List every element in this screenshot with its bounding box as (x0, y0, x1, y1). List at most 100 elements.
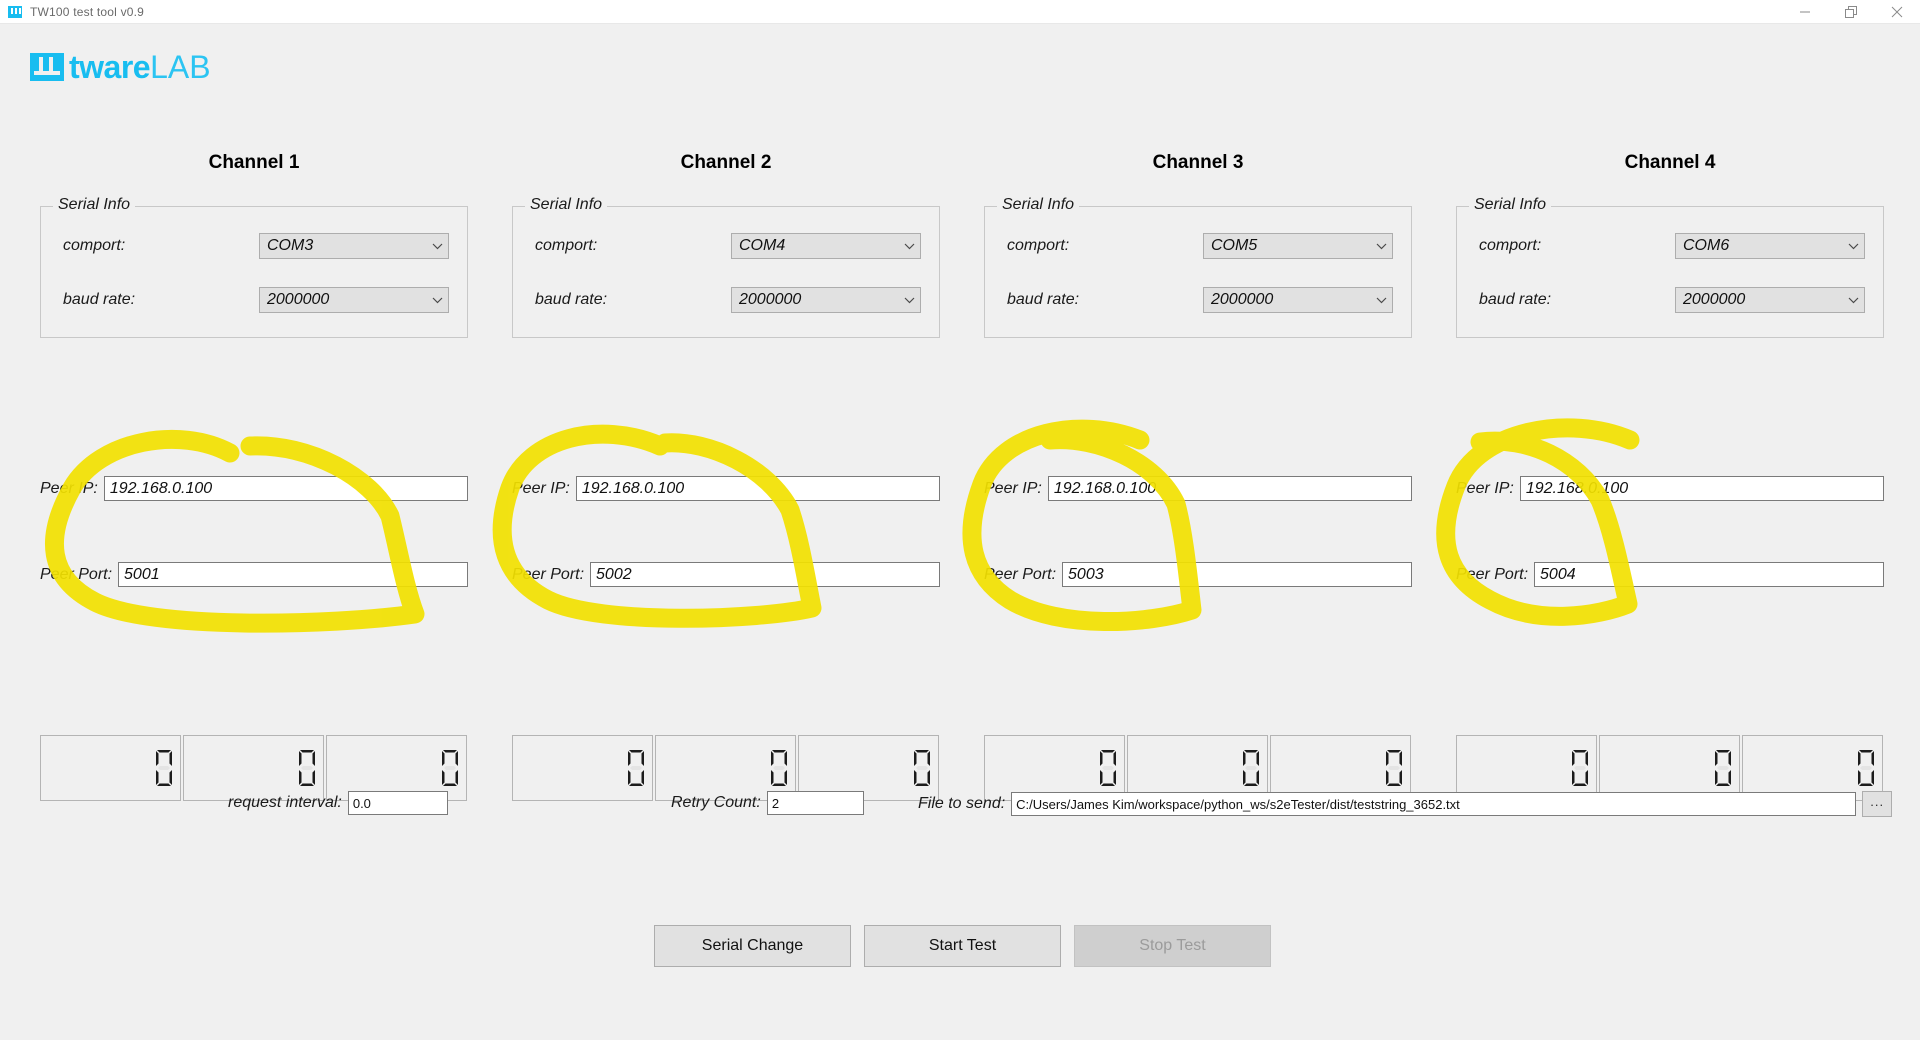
peer-ip-input[interactable]: 192.168.0.100 (1047, 476, 1412, 501)
serial-info-legend: Serial Info (53, 196, 136, 214)
retry-count-value: 2 (771, 795, 780, 811)
peer-port-label: Peer Port: (1456, 565, 1529, 583)
restore-icon[interactable] (1828, 0, 1874, 24)
peer-ip-value: 192.168.0.100 (581, 479, 685, 497)
browse-file-button[interactable]: ... (1862, 791, 1893, 817)
peer-ip-label: Peer IP: (984, 479, 1042, 497)
peer-port-input[interactable]: 5003 (1062, 562, 1412, 587)
seven-segment-digit (914, 750, 930, 786)
comport-select[interactable]: COM4 (731, 233, 921, 259)
brand-logo: tware LAB (30, 48, 211, 86)
peer-port-value: 5003 (1068, 565, 1104, 583)
peer-port-value: 5004 (1540, 565, 1576, 583)
serial-info-group: Serial Info comport: COM6 baud rate: 200… (1456, 196, 1884, 338)
serial-info-group: Serial Info comport: COM4 baud rate: 200… (512, 196, 940, 338)
request-interval-input[interactable]: 0.0 (347, 791, 448, 815)
file-to-send-control: File to send: C:/Users/James Kim/workspa… (918, 791, 1893, 817)
seven-segment-digit (156, 750, 172, 786)
comport-row: comport: COM4 (513, 233, 939, 259)
baudrate-select[interactable]: 2000000 (731, 287, 921, 313)
comport-select[interactable]: COM5 (1203, 233, 1393, 259)
peer-ip-row: Peer IP: 192.168.0.100 (984, 476, 1412, 501)
peer-ip-label: Peer IP: (512, 479, 570, 497)
peer-ip-row: Peer IP: 192.168.0.100 (512, 476, 940, 501)
chevron-down-icon (1370, 297, 1392, 304)
peer-ip-input[interactable]: 192.168.0.100 (1519, 476, 1884, 501)
channel-title: Channel 3 (1152, 152, 1244, 173)
chevron-down-icon (426, 243, 448, 250)
peer-port-value: 5001 (124, 565, 160, 583)
channel-panel-1: Channel 1 Serial Info comport: COM3 baud… (40, 152, 468, 801)
channel-title: Channel 1 (208, 152, 300, 173)
chevron-down-icon (426, 297, 448, 304)
app-surface: tware LAB Channel 1 Serial Info comport:… (0, 24, 1920, 1040)
serial-info-legend: Serial Info (525, 196, 608, 214)
peer-ip-input[interactable]: 192.168.0.100 (103, 476, 468, 501)
file-to-send-label: File to send: (918, 795, 1006, 812)
baudrate-select[interactable]: 2000000 (1203, 287, 1393, 313)
retry-count-input[interactable]: 2 (766, 791, 864, 815)
baudrate-value: 2000000 (1683, 291, 1746, 308)
start-test-button[interactable]: Start Test (864, 925, 1061, 967)
comport-select[interactable]: COM3 (259, 233, 449, 259)
action-button-row: Serial Change Start Test Stop Test (654, 925, 1271, 967)
seven-segment-digit (1243, 750, 1259, 786)
baudrate-label: baud rate: (1479, 291, 1552, 308)
chevron-down-icon (898, 243, 920, 250)
baudrate-label: baud rate: (1007, 291, 1080, 308)
baudrate-label: baud rate: (63, 291, 136, 308)
file-to-send-input[interactable]: C:/Users/James Kim/workspace/python_ws/s… (1011, 792, 1857, 816)
seven-segment-digit (442, 750, 458, 786)
comport-value: COM6 (1683, 237, 1730, 254)
peer-ip-row: Peer IP: 192.168.0.100 (40, 476, 468, 501)
baudrate-value: 2000000 (1211, 291, 1274, 308)
baudrate-select[interactable]: 2000000 (259, 287, 449, 313)
seven-segment-digit (1572, 750, 1588, 786)
app-logo-icon (7, 4, 23, 20)
peer-port-input[interactable]: 5002 (590, 562, 940, 587)
comport-row: comport: COM5 (985, 233, 1411, 259)
seven-segment-digit (771, 750, 787, 786)
peer-port-value: 5002 (596, 565, 632, 583)
channel-panel-2: Channel 2 Serial Info comport: COM4 baud… (512, 152, 940, 801)
peer-port-label: Peer Port: (512, 565, 585, 583)
peer-ip-label: Peer IP: (1456, 479, 1514, 497)
seven-segment-digit (628, 750, 644, 786)
comport-row: comport: COM3 (41, 233, 467, 259)
peer-port-input[interactable]: 5001 (118, 562, 468, 587)
peer-ip-value: 192.168.0.100 (109, 479, 213, 497)
peer-port-row: Peer Port: 5003 (984, 562, 1412, 587)
seven-segment-digit (1100, 750, 1116, 786)
peer-port-input[interactable]: 5004 (1534, 562, 1884, 587)
close-icon[interactable] (1874, 0, 1920, 24)
comport-value: COM4 (739, 237, 786, 254)
comport-value: COM5 (1211, 237, 1258, 254)
serial-info-group: Serial Info comport: COM3 baud rate: 200… (40, 196, 468, 338)
peer-ip-label: Peer IP: (40, 479, 98, 497)
baudrate-row: baud rate: 2000000 (41, 287, 467, 313)
baudrate-value: 2000000 (739, 291, 802, 308)
comport-row: comport: COM6 (1457, 233, 1883, 259)
chevron-down-icon (1842, 297, 1864, 304)
brand-name-light: LAB (150, 49, 211, 85)
chevron-down-icon (1370, 243, 1392, 250)
baudrate-row: baud rate: 2000000 (513, 287, 939, 313)
retry-count-label: Retry Count: (671, 794, 761, 811)
chevron-down-icon (898, 297, 920, 304)
baudrate-select[interactable]: 2000000 (1675, 287, 1865, 313)
seven-segment-digit (1715, 750, 1731, 786)
channel-panel-3: Channel 3 Serial Info comport: COM5 baud… (984, 152, 1412, 801)
minimize-icon[interactable] (1782, 0, 1828, 24)
channel-title: Channel 4 (1624, 152, 1716, 173)
peer-ip-input[interactable]: 192.168.0.100 (575, 476, 940, 501)
peer-port-row: Peer Port: 5001 (40, 562, 468, 587)
request-interval-value: 0.0 (352, 795, 371, 811)
comport-select[interactable]: COM6 (1675, 233, 1865, 259)
serial-change-button[interactable]: Serial Change (654, 925, 851, 967)
seven-segment-digit (1858, 750, 1874, 786)
bottom-controls: request interval: 0.0 Retry Count: 2 Fil… (0, 791, 1920, 821)
comport-label: comport: (1479, 237, 1542, 254)
baudrate-row: baud rate: 2000000 (1457, 287, 1883, 313)
peer-ip-row: Peer IP: 192.168.0.100 (1456, 476, 1884, 501)
channel-panel-4: Channel 4 Serial Info comport: COM6 baud… (1456, 152, 1884, 801)
